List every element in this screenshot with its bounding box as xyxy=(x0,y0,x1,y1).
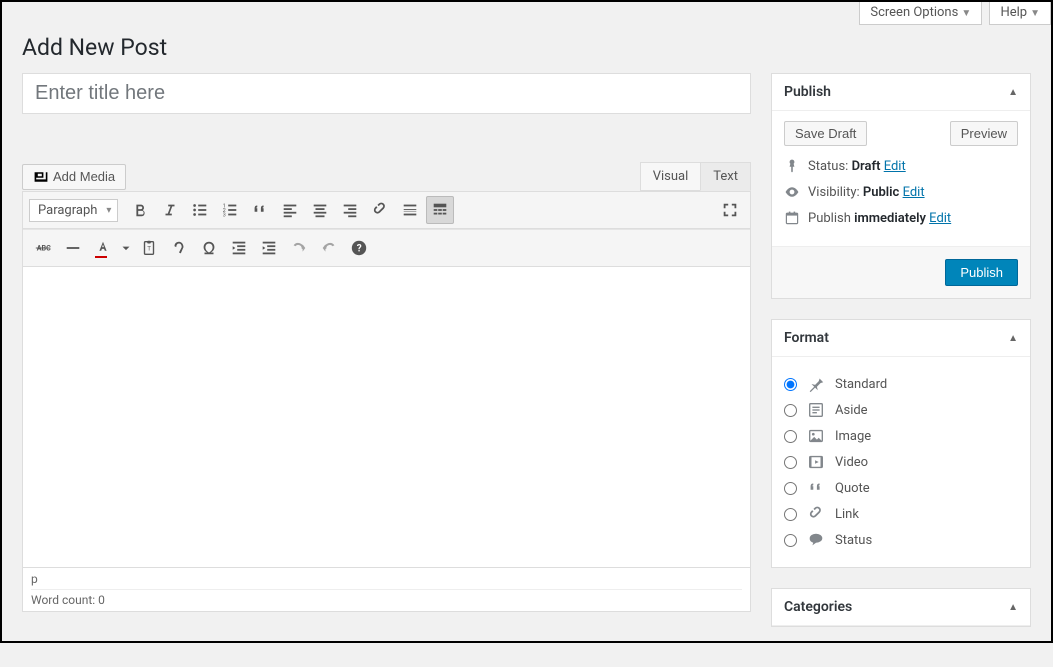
categories-box-header[interactable]: Categories▲ xyxy=(772,589,1030,626)
paste-text-button[interactable]: T xyxy=(135,234,163,262)
number-list-button[interactable]: 123 xyxy=(216,196,244,224)
screen-options-tab[interactable]: Screen Options▼ xyxy=(859,2,982,25)
editor-body[interactable] xyxy=(23,267,750,567)
pin-icon xyxy=(784,158,800,174)
redo-button[interactable] xyxy=(315,234,343,262)
editor: Paragraph 123 ABC xyxy=(22,191,751,612)
svg-text:?: ? xyxy=(357,244,362,255)
align-right-button[interactable] xyxy=(336,196,364,224)
publish-box: Publish▲ Save Draft Preview Status: Draf… xyxy=(771,73,1031,299)
status-icon xyxy=(807,531,825,549)
format-image[interactable]: Image xyxy=(784,427,1018,445)
clear-format-button[interactable] xyxy=(165,234,193,262)
text-tab[interactable]: Text xyxy=(700,162,751,191)
fullscreen-button[interactable] xyxy=(716,196,744,224)
italic-button[interactable] xyxy=(156,196,184,224)
toolbar-toggle-button[interactable] xyxy=(426,196,454,224)
format-standard[interactable]: Standard xyxy=(784,375,1018,393)
text-color-dropdown[interactable] xyxy=(119,234,133,262)
pushpin-icon xyxy=(807,375,825,393)
add-media-button[interactable]: Add Media xyxy=(22,164,126,190)
text-color-button[interactable] xyxy=(89,234,117,262)
preview-button[interactable]: Preview xyxy=(950,121,1018,146)
svg-text:T: T xyxy=(147,245,151,253)
categories-box: Categories▲ xyxy=(771,588,1031,627)
word-count: Word count: 0 xyxy=(31,593,742,607)
bold-button[interactable] xyxy=(126,196,154,224)
save-draft-button[interactable]: Save Draft xyxy=(784,121,867,146)
visual-tab[interactable]: Visual xyxy=(640,162,701,191)
aside-icon xyxy=(807,401,825,419)
format-video[interactable]: Video xyxy=(784,453,1018,471)
link-icon xyxy=(807,505,825,523)
help-tab[interactable]: Help▼ xyxy=(989,2,1051,25)
format-aside[interactable]: Aside xyxy=(784,401,1018,419)
align-left-button[interactable] xyxy=(276,196,304,224)
indent-button[interactable] xyxy=(255,234,283,262)
visibility-icon xyxy=(784,184,800,200)
element-path: p xyxy=(31,572,742,590)
hr-button[interactable] xyxy=(59,234,87,262)
align-center-button[interactable] xyxy=(306,196,334,224)
outdent-button[interactable] xyxy=(225,234,253,262)
blockquote-button[interactable] xyxy=(246,196,274,224)
format-box-header[interactable]: Format▲ xyxy=(772,320,1030,357)
publish-box-header[interactable]: Publish▲ xyxy=(772,74,1030,111)
post-title-input[interactable] xyxy=(22,73,751,114)
page-title: Add New Post xyxy=(22,25,1031,73)
format-link[interactable]: Link xyxy=(784,505,1018,523)
bullet-list-button[interactable] xyxy=(186,196,214,224)
format-quote[interactable]: Quote xyxy=(784,479,1018,497)
quote-icon xyxy=(807,479,825,497)
special-char-button[interactable] xyxy=(195,234,223,262)
read-more-button[interactable] xyxy=(396,196,424,224)
undo-button[interactable] xyxy=(285,234,313,262)
video-icon xyxy=(807,453,825,471)
edit-publish-date-link[interactable]: Edit xyxy=(929,211,951,226)
media-icon xyxy=(33,169,49,185)
format-box: Format▲ Standard Aside xyxy=(771,319,1031,568)
format-status[interactable]: Status xyxy=(784,531,1018,549)
svg-text:3: 3 xyxy=(223,212,226,218)
calendar-icon xyxy=(784,210,800,226)
edit-visibility-link[interactable]: Edit xyxy=(903,185,925,200)
format-select[interactable]: Paragraph xyxy=(29,199,118,222)
link-button[interactable] xyxy=(366,196,394,224)
strikethrough-button[interactable]: ABC xyxy=(29,234,57,262)
publish-button[interactable]: Publish xyxy=(945,259,1018,286)
image-icon xyxy=(807,427,825,445)
help-button[interactable]: ? xyxy=(345,234,373,262)
edit-status-link[interactable]: Edit xyxy=(884,159,906,174)
